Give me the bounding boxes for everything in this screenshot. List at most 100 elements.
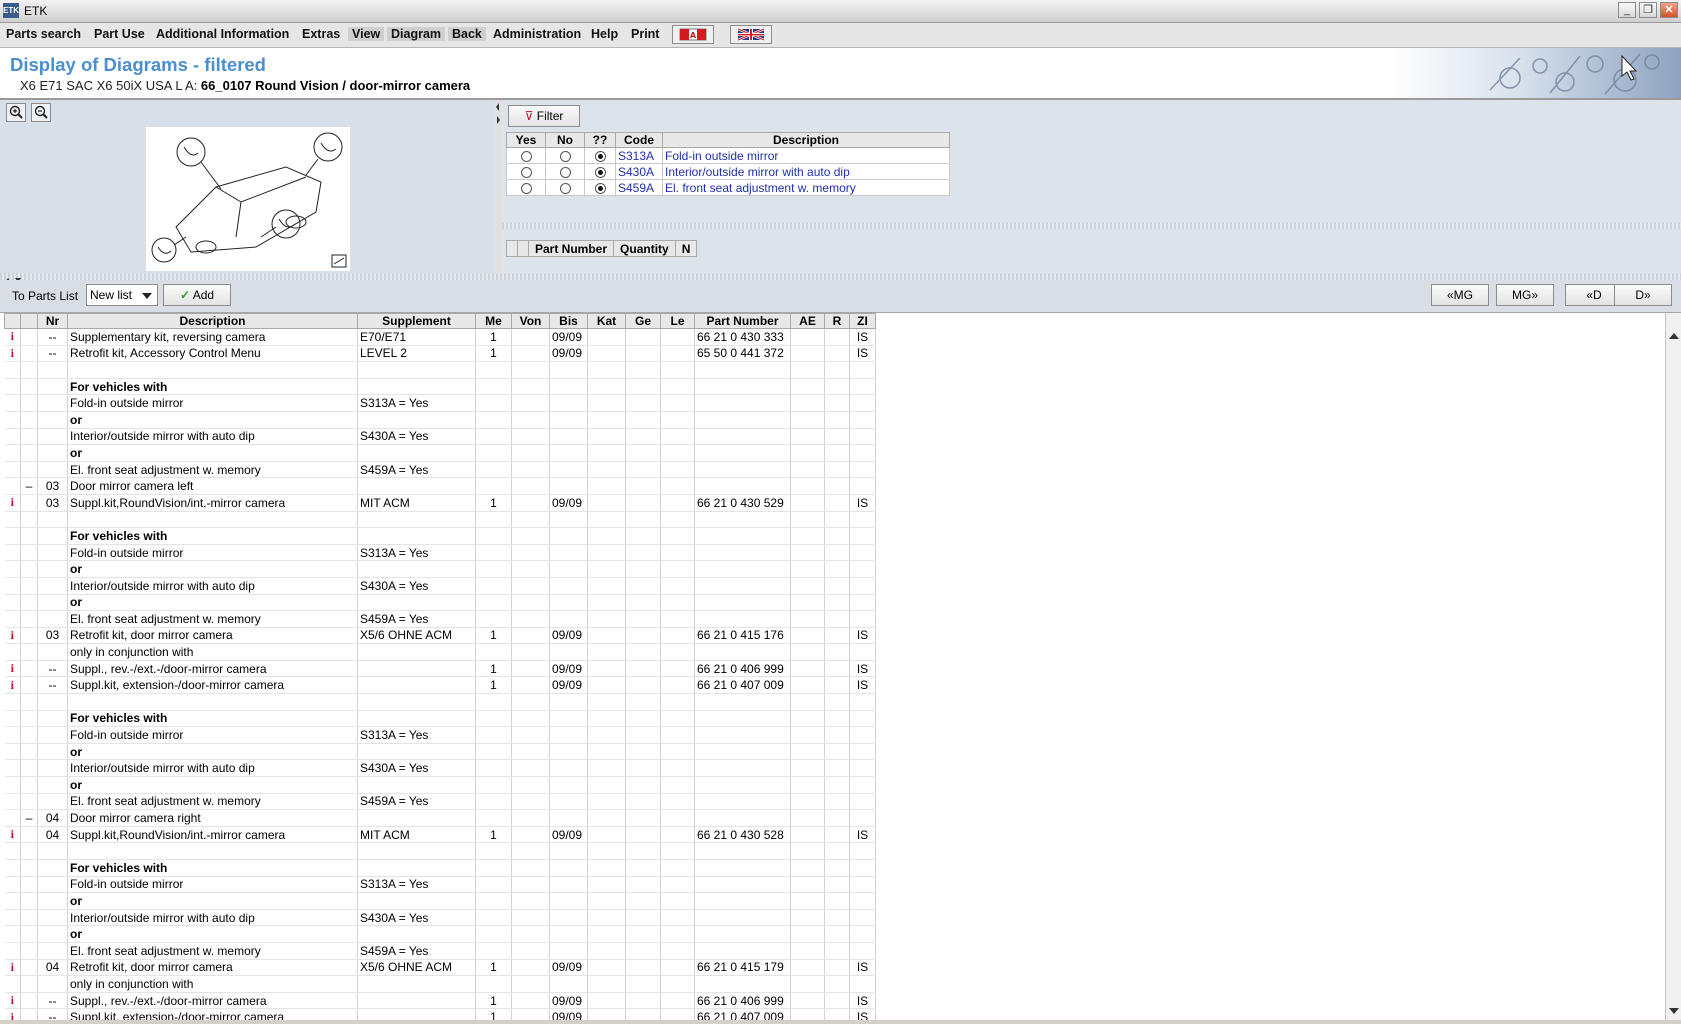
grid-col-me[interactable]: Me	[475, 313, 512, 329]
maximize-button[interactable]: ❐	[1639, 2, 1657, 18]
minimize-button[interactable]: _	[1618, 2, 1636, 18]
menu-help[interactable]: Help	[591, 27, 618, 41]
table-row[interactable]: For vehicles with	[4, 710, 876, 728]
table-row[interactable]: i -- Suppl., rev.-/ext.-/door-mirror camer…	[4, 660, 876, 678]
grid-col-supplement[interactable]: Supplement	[357, 313, 476, 329]
menu-diagram[interactable]: Diagram	[387, 27, 446, 41]
table-row[interactable]: i -- Suppl., rev.-/ext.-/door-mirror camer…	[4, 992, 876, 1010]
horizontal-splitter[interactable]	[0, 273, 1681, 282]
table-row[interactable]: or	[4, 444, 876, 462]
grid-col-expand[interactable]	[20, 313, 38, 329]
grid-col-ae[interactable]: AE	[790, 313, 825, 329]
table-row[interactable]: only in conjunction with	[4, 643, 876, 661]
table-row[interactable]: Interior/outside mirror with auto dip S43…	[4, 759, 876, 778]
grid-col-description[interactable]: Description	[67, 313, 358, 329]
filter-splitter[interactable]	[502, 223, 1681, 229]
table-row[interactable]: Fold-in outside mirror S313A = Yes	[4, 726, 876, 744]
info-icon[interactable]: i	[11, 993, 14, 1007]
grid-col-kat[interactable]: Kat	[587, 313, 626, 329]
info-icon[interactable]: i	[11, 495, 14, 509]
grid-col-ge[interactable]: Ge	[625, 313, 661, 329]
grid-col-le[interactable]: Le	[660, 313, 695, 329]
menu-part-use[interactable]: Part Use	[94, 27, 145, 41]
add-button[interactable]: ✓ Add	[163, 284, 231, 306]
close-button[interactable]: ✕	[1660, 2, 1678, 18]
table-row[interactable]: or	[4, 594, 876, 612]
radio-yes[interactable]	[520, 150, 532, 162]
radio-unknown[interactable]	[594, 182, 606, 194]
grid-col-zi[interactable]: ZI	[849, 313, 876, 329]
table-row[interactable]: Interior/outside mirror with auto dip S43…	[4, 909, 876, 927]
info-icon[interactable]: i	[11, 329, 14, 343]
table-row[interactable]: Interior/outside mirror with auto dip S43…	[4, 428, 876, 446]
table-row[interactable]: El. front seat adjustment w. memory S459A…	[4, 610, 876, 628]
next-diagram-button[interactable]: D»	[1614, 284, 1672, 306]
info-icon[interactable]: i	[11, 628, 14, 642]
table-row[interactable]: Fold-in outside mirror S313A = Yes	[4, 394, 876, 412]
info-icon[interactable]: i	[11, 661, 14, 675]
grid-col-bis[interactable]: Bis	[549, 313, 588, 329]
table-row[interactable]: For vehicles with	[4, 859, 876, 877]
table-row[interactable]: i -- Suppl.kit, extension-/door-mirror cam…	[4, 676, 876, 695]
radio-no[interactable]	[559, 150, 571, 162]
table-row[interactable]: i -- Supplementary kit, reversing camera E7…	[4, 328, 876, 346]
filter-button[interactable]: ⊽ Filter	[508, 105, 580, 127]
info-icon[interactable]: i	[11, 678, 14, 692]
parts-list-select[interactable]: New list	[86, 284, 158, 306]
table-row[interactable]: El. front seat adjustment w. memory S459A…	[4, 793, 876, 811]
menu-extras[interactable]: Extras	[302, 27, 340, 41]
table-row[interactable]	[4, 511, 876, 529]
info-icon[interactable]: i	[11, 827, 14, 841]
table-row[interactable]: El. front seat adjustment w. memory S459A…	[4, 942, 876, 960]
info-icon[interactable]: i	[11, 1010, 14, 1020]
diagram-thumbnail[interactable]	[146, 127, 350, 271]
radio-unknown[interactable]	[594, 166, 606, 178]
uk-flag-button[interactable]	[730, 25, 772, 44]
table-row[interactable]: Fold-in outside mirror S313A = Yes	[4, 544, 876, 562]
table-row[interactable]: El. front seat adjustment w. memory S459A…	[4, 461, 876, 479]
table-row[interactable]	[4, 842, 876, 860]
table-row[interactable]: or	[4, 925, 876, 943]
prev-main-group-button[interactable]: «MG	[1431, 284, 1489, 306]
table-row[interactable]	[4, 361, 876, 379]
table-row[interactable]: –04 Door mirror camera right	[4, 809, 876, 827]
vertical-splitter[interactable]	[494, 100, 502, 273]
table-row[interactable]: or	[4, 892, 876, 910]
zoom-out-button[interactable]	[31, 103, 51, 122]
menu-administration[interactable]: Administration	[493, 27, 581, 41]
table-row[interactable]: i 04 Suppl.kit,RoundVision/int.-mirror cam…	[4, 826, 876, 844]
table-row[interactable]: Interior/outside mirror with auto dip S43…	[4, 577, 876, 595]
table-row[interactable]: or	[4, 776, 876, 794]
menu-additional-information[interactable]: Additional Information	[156, 27, 289, 41]
grid-col-part-number[interactable]: Part Number	[694, 313, 791, 329]
table-row[interactable]: only in conjunction with	[4, 975, 876, 993]
table-row[interactable]: i 03 Suppl.kit,RoundVision/int.-mirror cam…	[4, 494, 876, 512]
radio-yes[interactable]	[520, 182, 532, 194]
radio-no[interactable]	[559, 166, 571, 178]
grid-col-von[interactable]: Von	[511, 313, 550, 329]
table-row[interactable]: i -- Suppl.kit, extension-/door-mirror cam…	[4, 1008, 876, 1020]
table-row[interactable]: or	[4, 743, 876, 761]
info-icon[interactable]: i	[11, 346, 14, 360]
table-row[interactable]: i 04 Retrofit kit, door mirror camera X5/6 …	[4, 959, 876, 977]
table-row[interactable]: For vehicles with	[4, 378, 876, 396]
table-row[interactable]: –03 Door mirror camera left	[4, 477, 876, 495]
radio-no[interactable]	[559, 182, 571, 194]
table-row[interactable]: i 03 Retrofit kit, door mirror camera X5/6 …	[4, 627, 876, 645]
table-row[interactable]: i -- Retrofit kit, Accessory Control Menu L…	[4, 345, 876, 363]
scroll-down-icon[interactable]	[1669, 1008, 1679, 1014]
menu-print[interactable]: Print	[631, 27, 659, 41]
table-row[interactable]: or	[4, 560, 876, 578]
menu-parts-search[interactable]: Parts search	[6, 27, 81, 41]
next-main-group-button[interactable]: MG»	[1496, 284, 1554, 306]
table-row[interactable]: For vehicles with	[4, 527, 876, 545]
zoom-in-button[interactable]	[6, 103, 26, 122]
grid-col-r[interactable]: R	[824, 313, 850, 329]
radio-yes[interactable]	[520, 166, 532, 178]
table-row[interactable]	[4, 693, 876, 711]
info-icon[interactable]: i	[11, 960, 14, 974]
table-row[interactable]: Fold-in outside mirror S313A = Yes	[4, 876, 876, 894]
grid-col-info[interactable]	[4, 313, 21, 329]
menu-back[interactable]: Back	[448, 27, 486, 41]
table-row[interactable]: or	[4, 411, 876, 429]
